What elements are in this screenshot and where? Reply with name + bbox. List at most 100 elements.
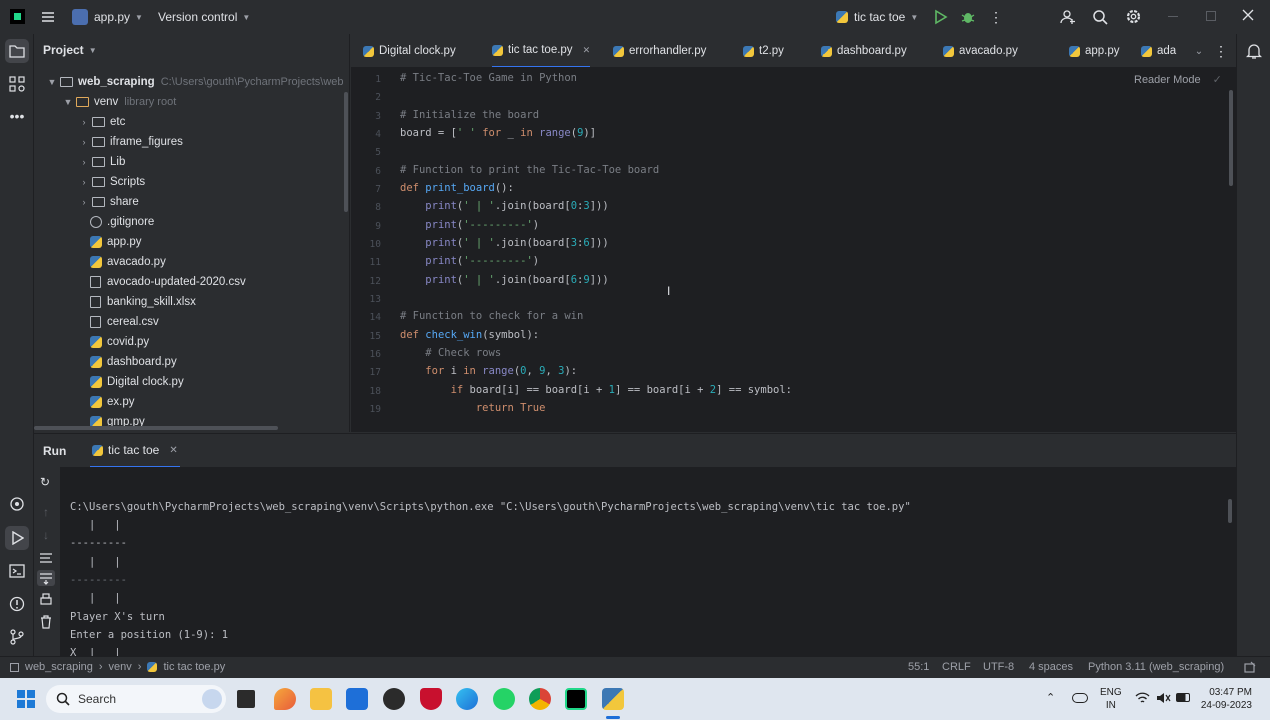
project-panel-header[interactable]: Project ▼ <box>43 43 97 57</box>
problems-tool-icon[interactable] <box>9 596 25 612</box>
git-tool-icon[interactable] <box>9 629 25 645</box>
editor-tab[interactable]: dashboard.py <box>821 34 907 67</box>
project-tool-icon[interactable] <box>5 39 29 63</box>
python-file-icon <box>1069 45 1080 57</box>
tree-item[interactable]: › iframe_figures <box>78 132 183 152</box>
editor-scrollbar-vertical[interactable] <box>1229 90 1233 186</box>
task-view-icon[interactable] <box>237 690 255 708</box>
taskbar-search-box[interactable]: Search <box>46 685 226 713</box>
tree-item[interactable]: .gitignore <box>90 212 154 232</box>
tree-item[interactable]: › Lib <box>78 152 126 172</box>
chevron-down-icon: ▼ <box>47 77 57 87</box>
terminal-tool-icon[interactable] <box>9 563 25 579</box>
search-icon[interactable] <box>1092 9 1108 25</box>
breadcrumb-item[interactable]: tic tac toe.py <box>163 661 225 673</box>
tree-item-label: etc <box>110 116 126 128</box>
tree-item[interactable]: › Scripts <box>78 172 146 192</box>
edge-browser-icon[interactable] <box>456 688 478 710</box>
tree-item[interactable]: avacado.py <box>90 252 166 272</box>
breadcrumb-item[interactable]: web_scraping <box>25 661 93 673</box>
tree-root[interactable]: ▼ web_scraping C:\Users\gouth\PycharmPro… <box>46 72 344 92</box>
tree-item[interactable]: cereal.csv <box>90 312 159 332</box>
version-control-menu[interactable]: Version control ▼ <box>158 8 250 26</box>
chrome-browser-icon[interactable] <box>529 688 551 710</box>
scroll-up-icon[interactable]: ↑ <box>40 505 52 519</box>
volume-muted-icon[interactable] <box>1156 691 1171 708</box>
tab-options-icon[interactable]: ⋮ <box>1214 43 1228 59</box>
settings-gear-icon[interactable] <box>1125 8 1142 25</box>
project-scrollbar-horizontal[interactable] <box>34 426 278 430</box>
tree-item[interactable]: avocado-updated-2020.csv <box>90 272 246 292</box>
scroll-down-icon[interactable]: ↓ <box>40 528 52 542</box>
editor-tab[interactable]: errorhandler.py <box>613 34 706 67</box>
run-tab[interactable]: tic tac toe ✕ <box>90 434 180 468</box>
editor-tab[interactable]: t2.py <box>743 34 784 67</box>
dell-app-icon[interactable] <box>383 688 405 710</box>
trash-icon[interactable] <box>39 615 53 629</box>
editor-tab[interactable]: ada <box>1141 34 1176 67</box>
minimize-window-icon[interactable] <box>1168 16 1178 17</box>
wifi-icon[interactable] <box>1135 691 1150 708</box>
scroll-to-end-icon[interactable] <box>37 570 55 586</box>
breadcrumb-item[interactable]: venv <box>109 661 132 673</box>
run-config-selector[interactable]: tic tac toe ▼ <box>836 8 918 26</box>
run-icon[interactable] <box>932 9 948 25</box>
maximize-window-icon[interactable] <box>1206 11 1216 21</box>
language-indicator[interactable]: ENG IN <box>1100 686 1122 712</box>
clock[interactable]: 03:47 PM 24-09-2023 <box>1200 686 1252 712</box>
editor-tab[interactable]: tic tac toe.py ✕ <box>492 34 591 67</box>
more-actions-icon[interactable]: ⋮ <box>988 9 1004 25</box>
tree-item[interactable]: app.py <box>90 232 142 252</box>
mcafee-app-icon[interactable] <box>420 688 442 710</box>
file-explorer-icon[interactable] <box>310 688 332 710</box>
run-console[interactable]: C:\Users\gouth\PycharmProjects\web_scrap… <box>60 495 1236 656</box>
battery-icon[interactable] <box>1176 693 1190 702</box>
close-tab-icon[interactable]: ✕ <box>583 45 591 56</box>
tab-more-chevron-icon[interactable]: ⌄ <box>1193 44 1205 58</box>
show-hidden-icons-chevron[interactable]: ⌃ <box>1046 691 1055 704</box>
print-icon[interactable] <box>39 593 53 607</box>
editor-tabs: Digital clock.py tic tac toe.py ✕ errorhand… <box>351 34 1236 68</box>
python-interpreter[interactable]: Python 3.11 (web_scraping) <box>1088 661 1224 673</box>
caret-position[interactable]: 55:1 <box>908 661 929 673</box>
main-menu-icon[interactable] <box>40 9 56 25</box>
indent-setting[interactable]: 4 spaces <box>1029 661 1073 673</box>
tree-venv[interactable]: ▼ venv library root <box>62 92 177 112</box>
python-packages-icon[interactable] <box>9 496 25 512</box>
tree-item[interactable]: › etc <box>78 112 126 132</box>
project-selector[interactable]: app.py ▼ <box>72 8 143 26</box>
lock-file-icon[interactable] <box>1244 661 1256 673</box>
tree-item[interactable]: › share <box>78 192 139 212</box>
whatsapp-app-icon[interactable] <box>493 688 515 710</box>
python-taskbar-icon[interactable] <box>602 688 624 710</box>
structure-tool-icon[interactable] <box>9 76 25 92</box>
rerun-icon[interactable]: ↻ <box>38 475 52 489</box>
copilot-app-icon[interactable] <box>274 688 296 710</box>
notifications-bell-icon[interactable] <box>1246 43 1262 59</box>
line-separator[interactable]: CRLF <box>942 661 971 673</box>
tree-item[interactable]: ex.py <box>90 392 135 412</box>
tree-item[interactable]: Digital clock.py <box>90 372 184 392</box>
store-app-icon[interactable] <box>346 688 368 710</box>
code-editor[interactable]: 1 2 3 4 5 6 7 8 9 10 11 12 13 14 15 16 17 18 19 Reader Mod… <box>351 68 1236 432</box>
soft-wrap-icon[interactable] <box>39 551 53 565</box>
close-tab-icon[interactable]: ✕ <box>169 445 177 456</box>
run-tool-icon[interactable] <box>5 526 29 550</box>
tree-item[interactable]: covid.py <box>90 332 149 352</box>
editor-tab[interactable]: Digital clock.py <box>363 34 456 67</box>
pycharm-taskbar-icon[interactable] <box>565 688 587 710</box>
code-with-me-icon[interactable] <box>1060 9 1076 25</box>
more-tools-icon[interactable]: ••• <box>9 108 25 124</box>
file-encoding[interactable]: UTF-8 <box>983 661 1014 673</box>
windows-start-icon[interactable] <box>17 690 35 708</box>
reader-mode-button[interactable]: Reader Mode ✓ <box>1134 73 1222 87</box>
console-scrollbar-vertical[interactable] <box>1228 499 1232 523</box>
tree-item[interactable]: dashboard.py <box>90 352 177 372</box>
close-window-icon[interactable] <box>1242 9 1254 21</box>
editor-tab[interactable]: app.py <box>1069 34 1120 67</box>
editor-tab[interactable]: avacado.py <box>943 34 1018 67</box>
debug-icon[interactable] <box>960 9 976 25</box>
project-scrollbar-vertical[interactable] <box>344 92 348 212</box>
onedrive-icon[interactable] <box>1072 693 1088 703</box>
tree-item[interactable]: banking_skill.xlsx <box>90 292 196 312</box>
